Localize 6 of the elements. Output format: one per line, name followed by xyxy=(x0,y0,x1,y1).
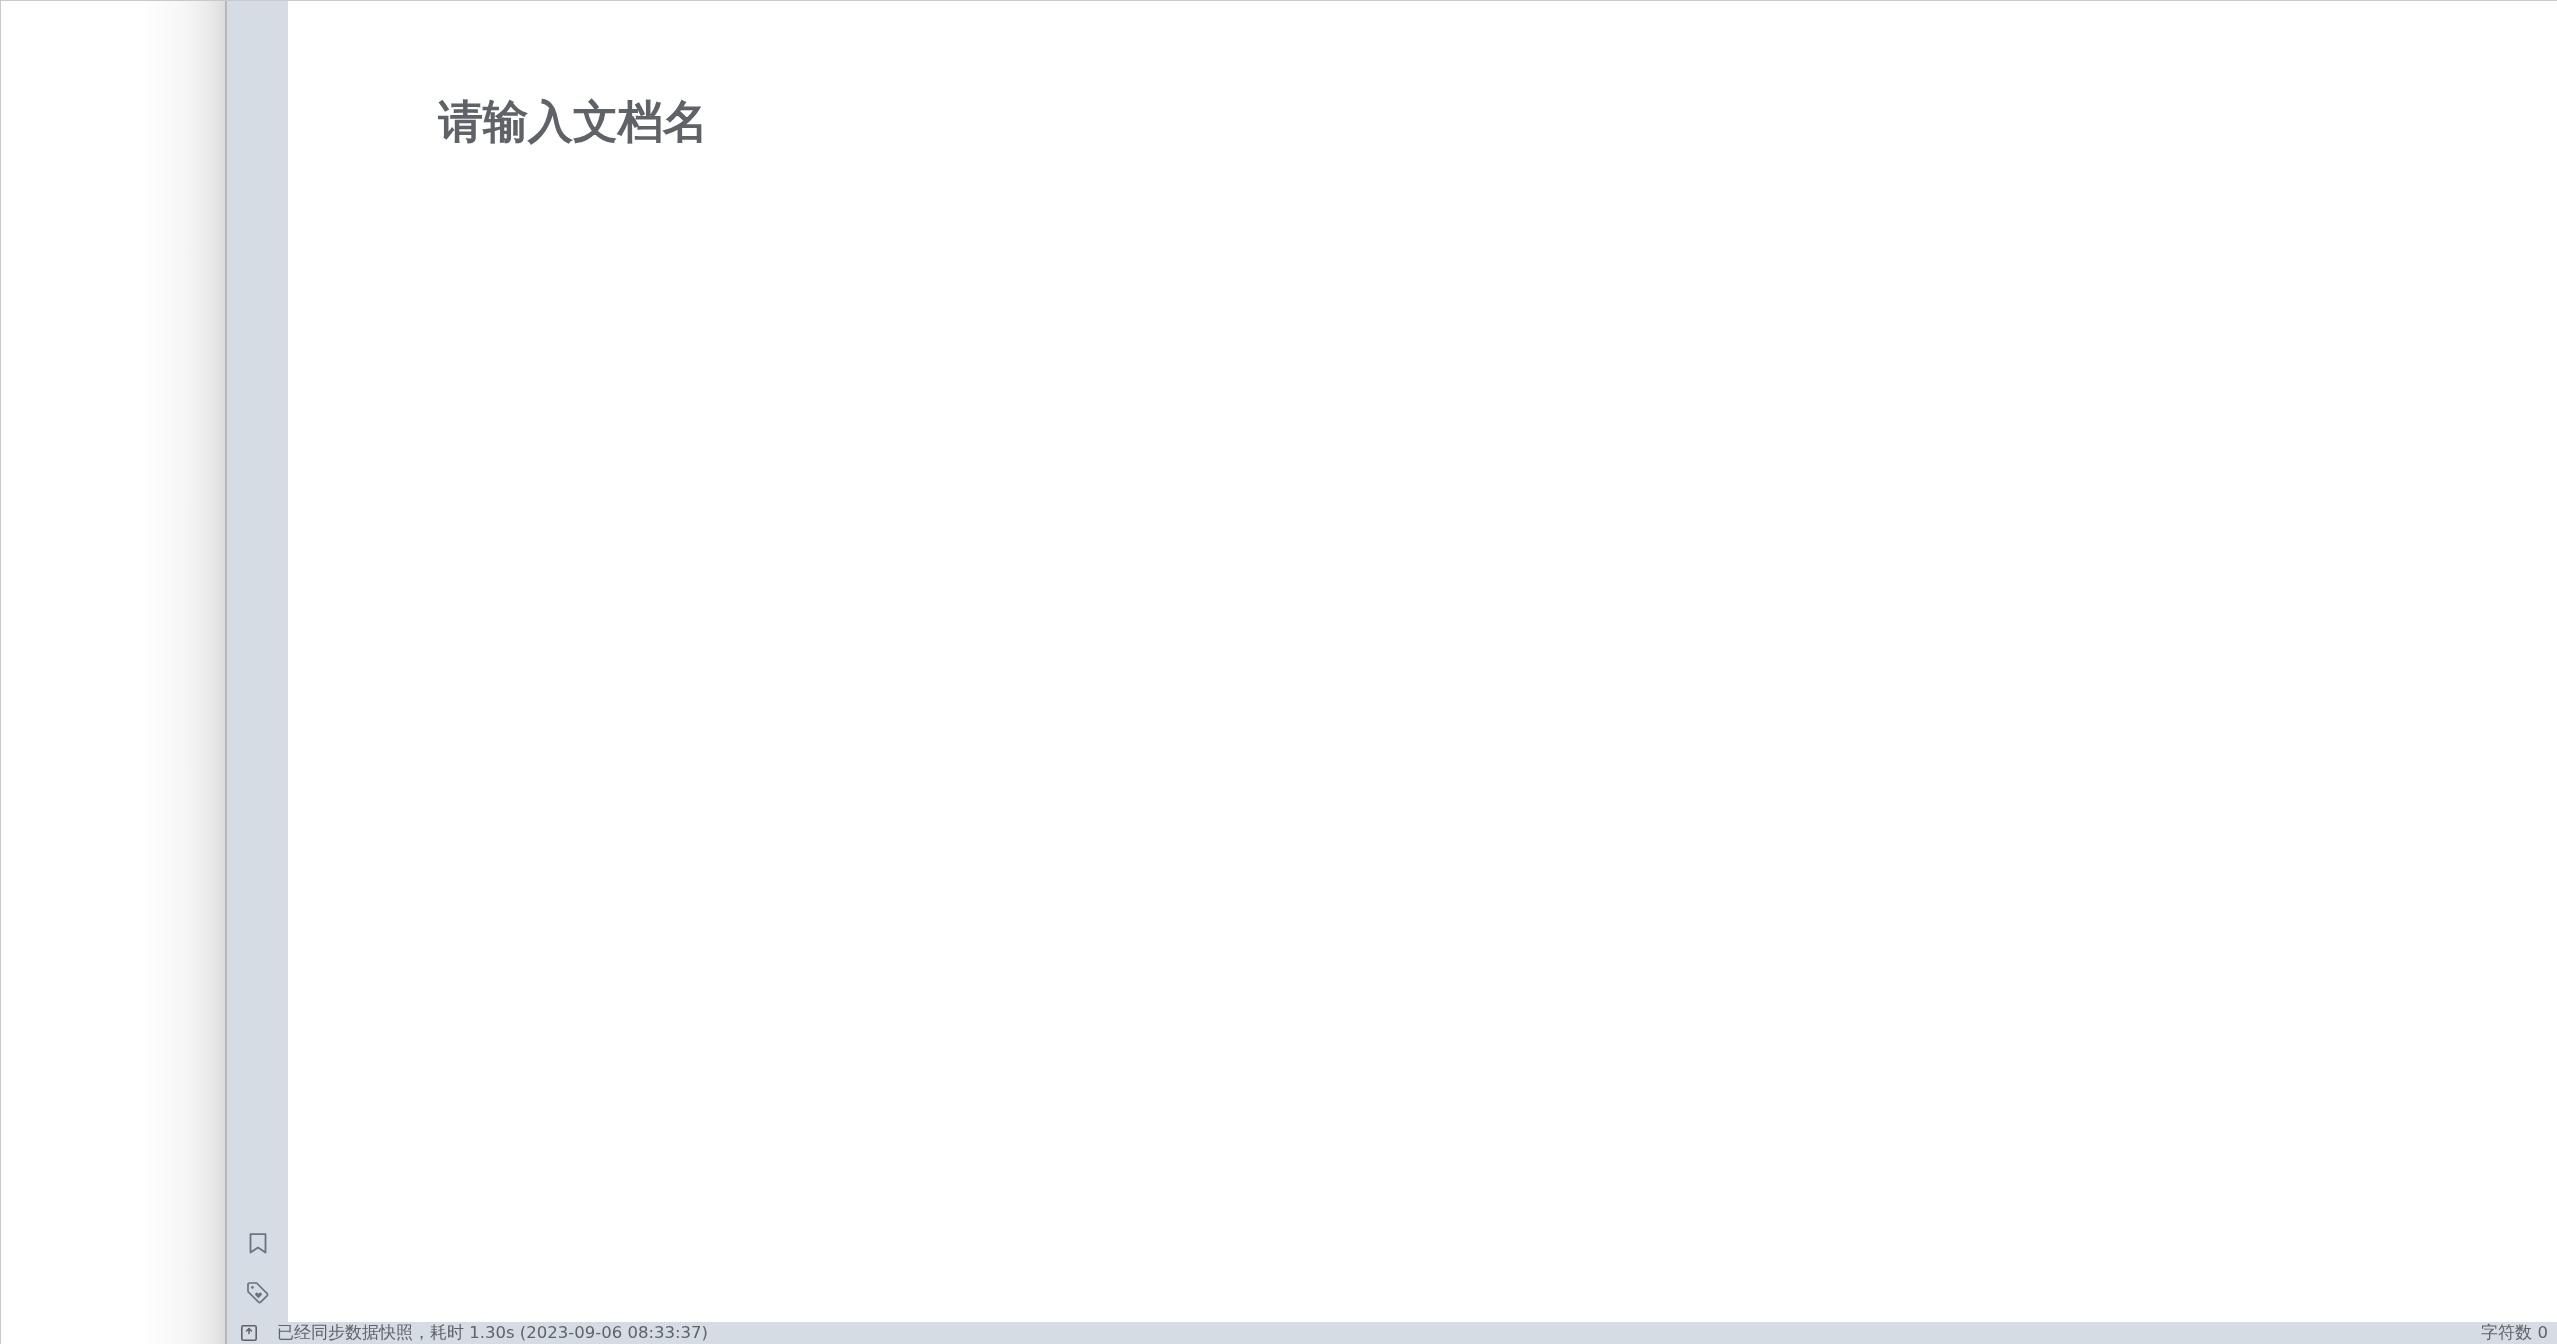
sync-status-text: 已经同步数据快照，耗时 1.30s (2023-09-06 08:33:37) xyxy=(277,1323,708,1343)
character-count: 字符数 0 xyxy=(2481,1323,2548,1343)
title-field[interactable]: 请输入文档名 xyxy=(438,93,720,151)
tag-heart-icon[interactable] xyxy=(246,1282,269,1304)
arrow-up-box-icon[interactable] xyxy=(241,1325,257,1341)
bookmark-icon[interactable] xyxy=(248,1233,267,1254)
